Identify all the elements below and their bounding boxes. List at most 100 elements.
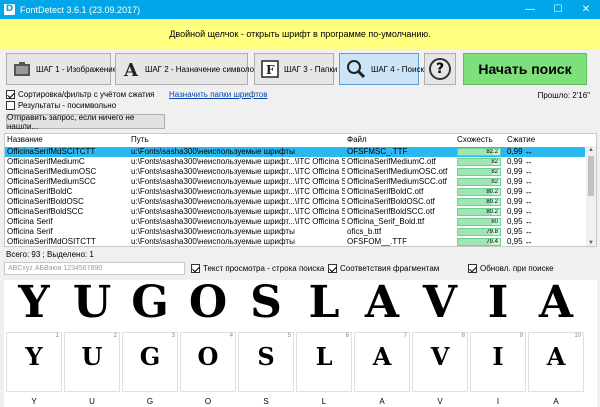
- cell-name: Officina Serif: [7, 217, 53, 226]
- table-row[interactable]: Officina Serif u:\Fonts\sasha300\неисполь…: [5, 227, 585, 237]
- scroll-thumb[interactable]: [588, 156, 594, 196]
- glyph-index: 2: [113, 333, 117, 339]
- glyph-cell[interactable]: 4 O O: [180, 332, 236, 406]
- table-row[interactable]: OfficinaSerifMdSCITCTT u:\Fonts\sasha300\…: [5, 147, 585, 157]
- column-header-compression[interactable]: Сжатие: [507, 134, 535, 146]
- update-on-search-checkbox[interactable]: Обновл. при поиске: [468, 264, 554, 273]
- table-row[interactable]: Officina Serif u:\Fonts\sasha300\неисполь…: [5, 217, 585, 227]
- cell-file: OfficinaSerifBoldSCC.otf: [347, 207, 435, 216]
- maximize-button[interactable]: ☐: [544, 0, 572, 19]
- table-row[interactable]: OfficinaSerifMediumSCC u:\Fonts\sasha300\…: [5, 177, 585, 187]
- big-glyph: A: [538, 277, 574, 328]
- step-1-button[interactable]: ШАГ 1 - Изображение: [6, 53, 117, 85]
- cell-file: OfficinaSerifMediumOSC.otf: [347, 167, 448, 176]
- cell-path: u:\Fonts\sasha300\неиспользуемые шрифт..…: [131, 167, 345, 176]
- score-value: 82: [491, 159, 498, 165]
- fragments-checkbox[interactable]: Соответствия фрагментам: [328, 264, 439, 273]
- cell-compression: 0,95 ↔: [507, 217, 533, 226]
- scroll-up-icon[interactable]: ▲: [587, 146, 595, 154]
- checkbox-box: [468, 264, 477, 273]
- glyph-char: A: [553, 397, 559, 406]
- font-folder-icon: F: [261, 59, 279, 79]
- cell-name: OfficinaSerifBoldSCC: [7, 207, 84, 216]
- column-header-file[interactable]: Файл: [347, 134, 367, 146]
- glyph-cell[interactable]: 10 A A: [528, 332, 584, 406]
- table-row[interactable]: OfficinaSerifBoldSCC u:\Fonts\sasha300\не…: [5, 207, 585, 217]
- step-3-button[interactable]: F ШАГ 3 - Папки: [254, 53, 337, 85]
- score-bar-fill: [458, 159, 493, 165]
- minimize-button[interactable]: —: [516, 0, 544, 19]
- cell-file: OfficinaSerifMediumC.otf: [347, 157, 436, 166]
- step-2-button[interactable]: A ШАГ 2 - Назначение символов: [115, 53, 258, 85]
- results-by-char-checkbox[interactable]: Результаты - посимвольно: [6, 101, 116, 110]
- cell-path: u:\Fonts\sasha300\неиспользуемые шрифты: [131, 237, 295, 246]
- big-glyph: A: [364, 277, 400, 328]
- cell-path: u:\Fonts\sasha300\неиспользуемые шрифт..…: [131, 197, 345, 206]
- glyph-index: 5: [287, 333, 291, 339]
- close-button[interactable]: ✕: [572, 0, 600, 19]
- cell-name: OfficinaSerifMdSCITCTT: [7, 147, 96, 156]
- table-row[interactable]: OfficinaSerifMediumC u:\Fonts\sasha300\не…: [5, 157, 585, 167]
- score-value: 79.8: [486, 229, 498, 235]
- preview-text-input[interactable]: ABCxyz АБВэюя 1234567890: [4, 262, 185, 275]
- cell-name: Officina Serif: [7, 227, 53, 236]
- cell-name: OfficinaSerifBoldOSC: [7, 197, 84, 206]
- cell-compression: 0,99 ↔: [507, 157, 533, 166]
- glyph-index: 10: [574, 333, 581, 339]
- title-bar: D FontDetect 3.6.1 (23.09.2017) — ☐ ✕: [0, 0, 600, 19]
- glyph-char: I: [496, 397, 500, 406]
- column-header-path[interactable]: Путь: [131, 134, 149, 146]
- scroll-down-icon[interactable]: ▼: [587, 239, 595, 246]
- table-row[interactable]: OfficinaSerifMediumOSC u:\Fonts\sasha300\…: [5, 167, 585, 177]
- glyph-cell[interactable]: 1 Y Y: [6, 332, 62, 406]
- glyph-cell[interactable]: 5 S S: [238, 332, 294, 406]
- vertical-scrollbar[interactable]: ▲ ▼: [586, 146, 596, 246]
- hint-banner: Двойной щелчок - открыть шрифт в програм…: [0, 19, 600, 49]
- glyph-char: U: [89, 397, 95, 406]
- checkbox-box: [191, 264, 200, 273]
- results-table[interactable]: Название Путь Файл Схожесть Сжатие Offic…: [4, 133, 597, 247]
- checkbox-box: [6, 90, 15, 99]
- svg-text:A: A: [123, 60, 139, 78]
- score-value: 79.4: [486, 239, 498, 245]
- preview-text-checkbox[interactable]: Текст просмотра - строка поиска: [191, 264, 324, 273]
- big-glyph: S: [250, 277, 282, 328]
- glyph-cell[interactable]: 3 G G: [122, 332, 178, 406]
- cell-file: OFSFMSC_.TTF: [347, 147, 408, 156]
- glyph-cell[interactable]: 2 U U: [64, 332, 120, 406]
- column-header-score[interactable]: Схожесть: [457, 134, 493, 146]
- score-bar-fill: [458, 219, 492, 225]
- send-request-button[interactable]: Отправить запрос, если ничего не нашли..…: [6, 113, 165, 131]
- score-bar-fill: [458, 179, 493, 185]
- glyph-cell[interactable]: 7 A A: [354, 332, 410, 406]
- cell-file: ofics_b.ttf: [347, 227, 382, 236]
- score-bar: 82.2: [457, 148, 501, 156]
- glyph-char: G: [146, 397, 154, 406]
- glyph-index: 8: [461, 333, 465, 339]
- score-value: 82: [491, 179, 498, 185]
- glyph-cell[interactable]: 8 V V: [412, 332, 468, 406]
- assign-folders-link[interactable]: Назначить папки шрифтов: [169, 90, 268, 99]
- score-bar: 82: [457, 158, 501, 166]
- big-glyph: L: [308, 277, 340, 328]
- glyph-cell[interactable]: 6 L L: [296, 332, 352, 406]
- step-4-button[interactable]: ШАГ 4 - Поиск: [339, 53, 424, 85]
- cell-file: OFSFOM__.TTF: [347, 237, 407, 246]
- score-value: 80.2: [486, 199, 498, 205]
- cell-compression: 0,99 ↔: [507, 167, 533, 176]
- table-row[interactable]: OfficinaSerifBoldOSC u:\Fonts\sasha300\не…: [5, 197, 585, 207]
- table-row[interactable]: OfficinaSerifMdOSITCTT u:\Fonts\sasha300\…: [5, 237, 585, 246]
- score-value: 82: [491, 169, 498, 175]
- start-search-button[interactable]: Начать поиск: [463, 53, 587, 85]
- glyph-cell[interactable]: 9 I I: [470, 332, 526, 406]
- help-button[interactable]: ?: [424, 53, 456, 85]
- glyph-sample: U: [81, 342, 103, 371]
- column-header-name[interactable]: Название: [7, 134, 43, 146]
- glyph-char: S: [263, 397, 269, 406]
- sort-filter-checkbox[interactable]: Сортировка/фильтр с учётом сжатия: [6, 90, 155, 99]
- score-bar: 82: [457, 178, 501, 186]
- table-row[interactable]: OfficinaSerifBoldC u:\Fonts\sasha300\неис…: [5, 187, 585, 197]
- checkbox-box: [6, 101, 15, 110]
- help-icon: ?: [429, 58, 451, 80]
- cell-file: OfficinaSerifMediumSCC.otf: [347, 177, 447, 186]
